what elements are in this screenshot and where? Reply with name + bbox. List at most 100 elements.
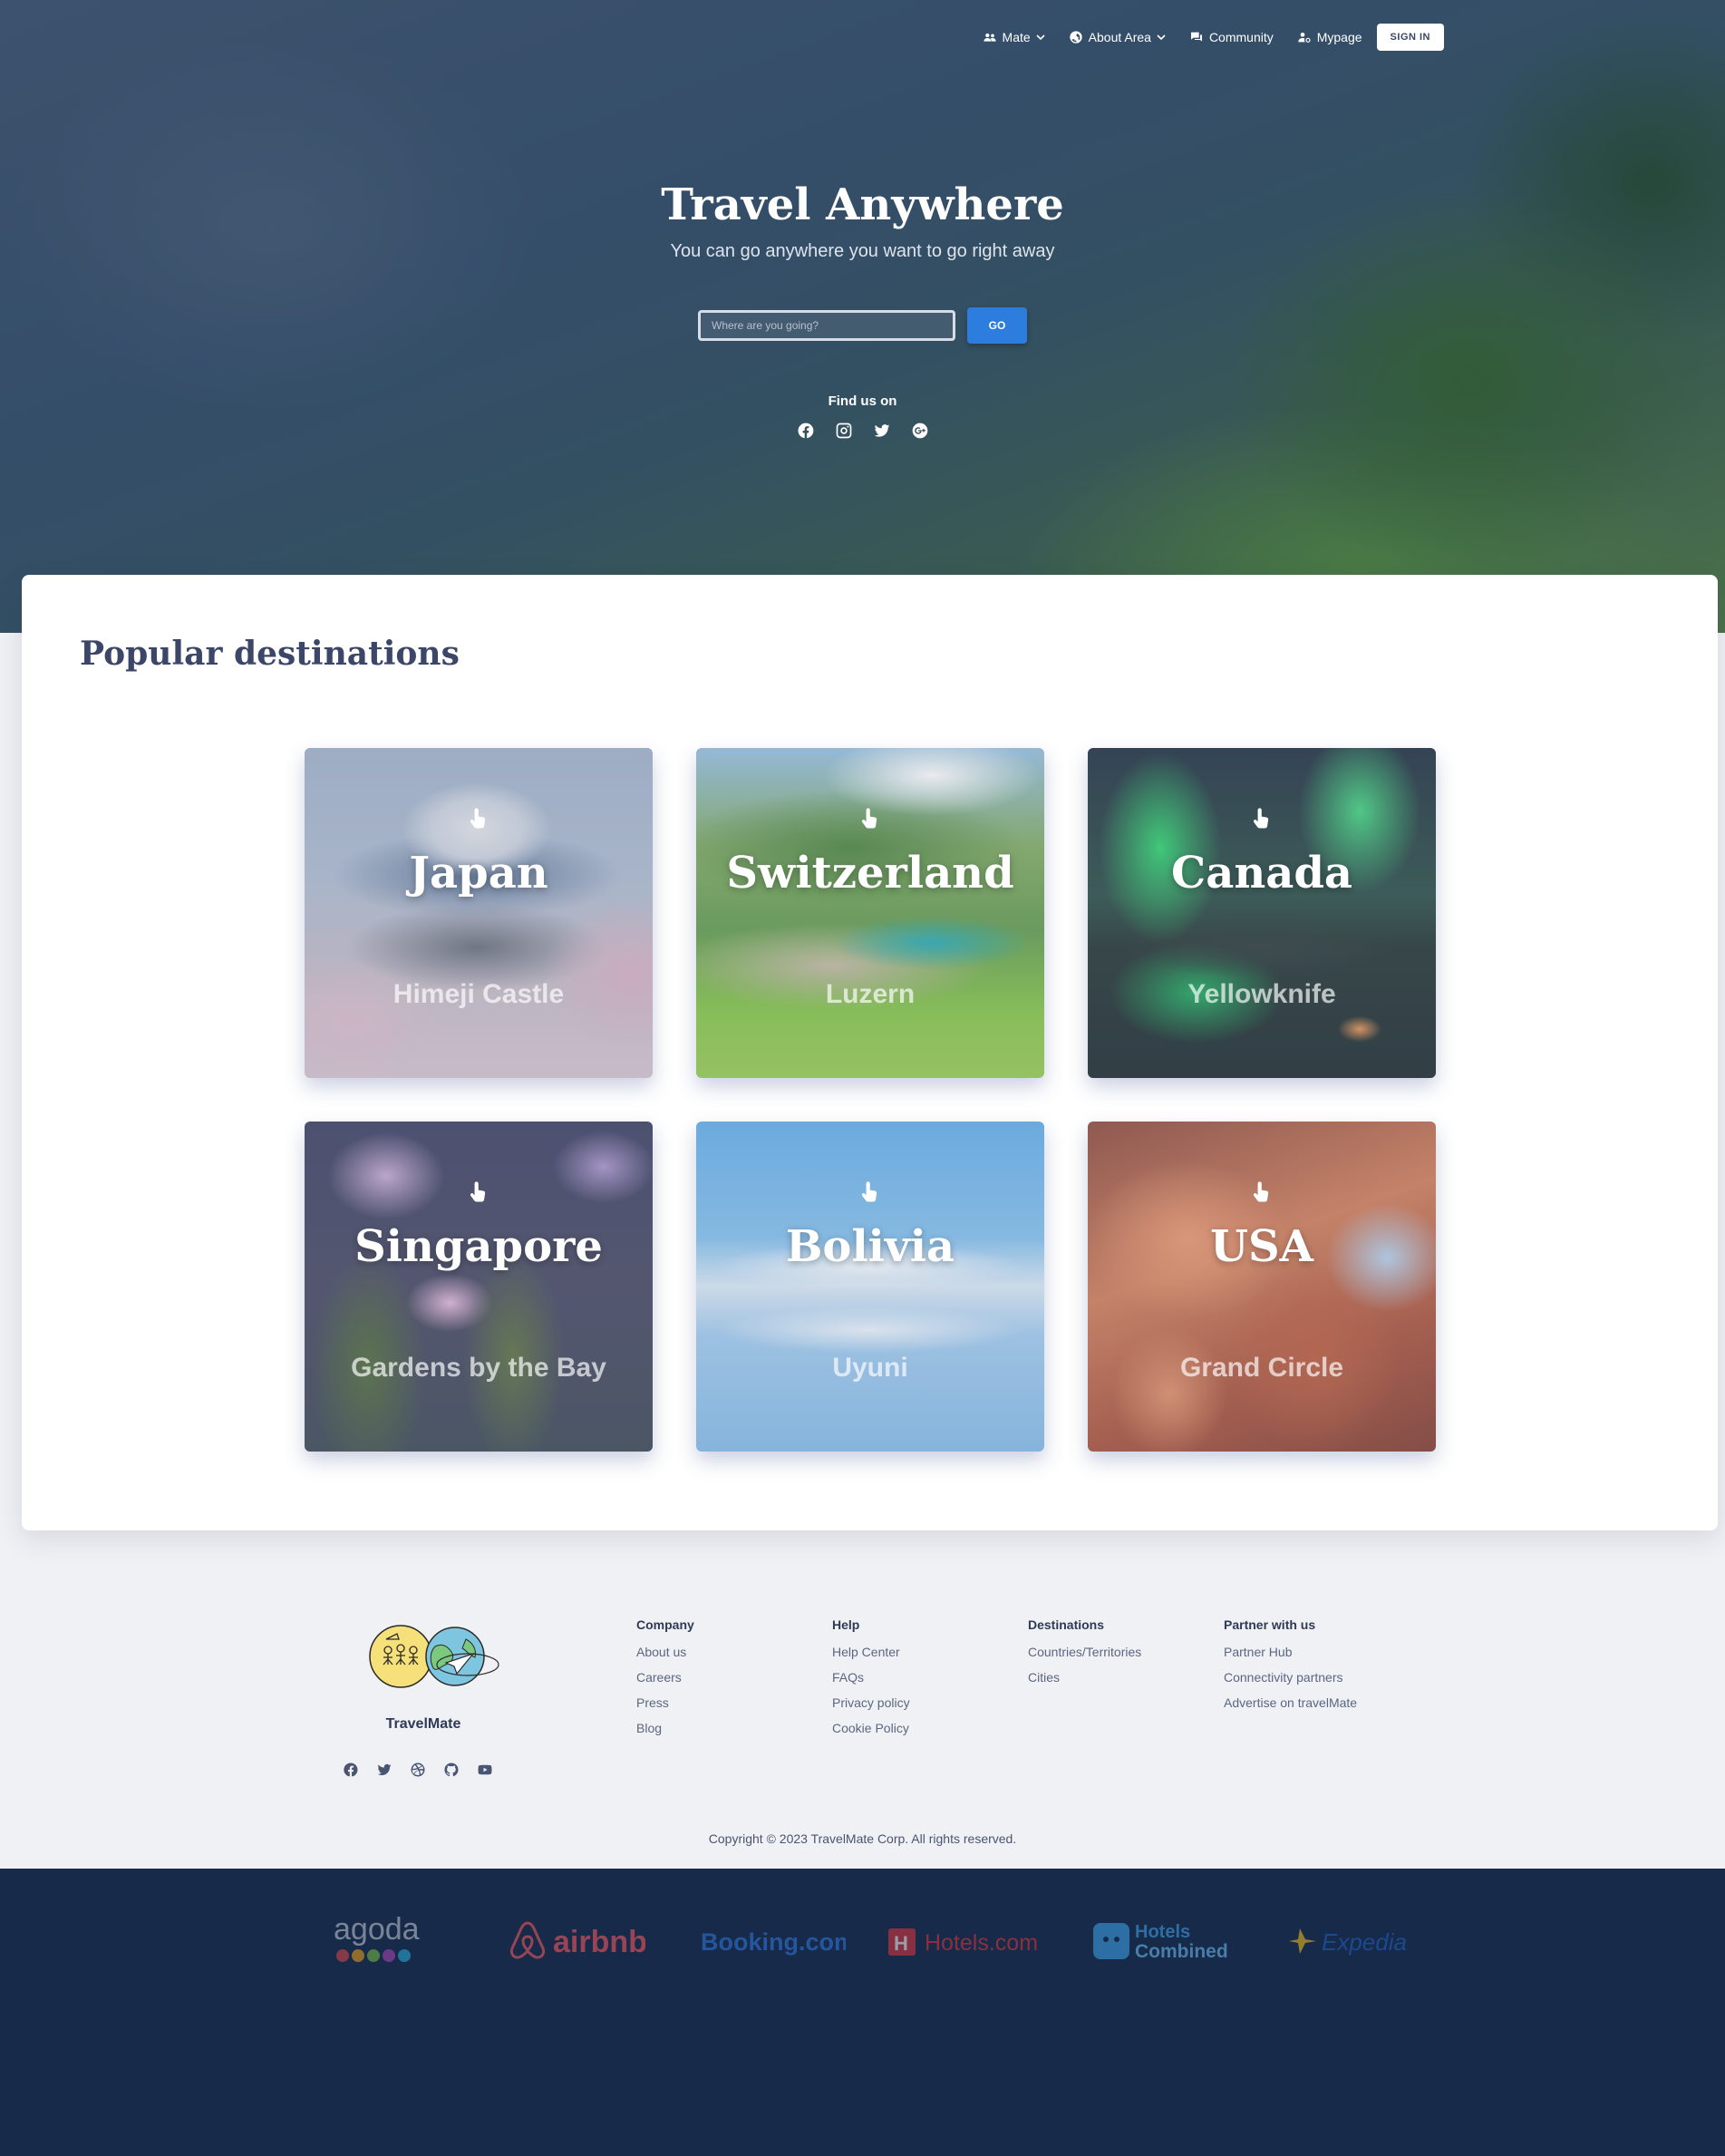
footer-column-partner: Partner with us Partner Hub Connectivity…	[1224, 1617, 1357, 1721]
destination-place: Uyuni	[832, 1353, 908, 1383]
svg-text:H: H	[894, 1932, 908, 1955]
nav-label: About Area	[1088, 30, 1151, 44]
destination-country: Japan	[409, 848, 548, 898]
svg-text:airbnb: airbnb	[553, 1925, 645, 1959]
section-title: Popular destinations	[80, 635, 460, 673]
footer-link[interactable]: Countries/Territories	[1028, 1645, 1141, 1659]
hero-title: Travel Anywhere	[661, 180, 1064, 230]
nav-item-mypage[interactable]: Mypage	[1297, 30, 1362, 44]
column-heading: Help	[832, 1617, 860, 1632]
destination-card-switzerland[interactable]: Switzerland Luzern	[696, 748, 1044, 1078]
column-heading: Company	[636, 1617, 694, 1632]
twitter-icon[interactable]	[873, 422, 891, 440]
travelmate-logo	[368, 1623, 500, 1690]
destination-place: Grand Circle	[1179, 1353, 1344, 1383]
hero-subtitle: You can go anywhere you want to go right…	[670, 241, 1055, 261]
chevron-down-icon	[1157, 34, 1166, 41]
column-heading: Partner with us	[1224, 1617, 1316, 1632]
find-us-label: Find us on	[828, 393, 897, 409]
destination-card-japan[interactable]: Japan Himeji Castle	[305, 748, 653, 1078]
nav-item-mate[interactable]: Mate	[983, 30, 1045, 44]
footer-column-destinations: Destinations Countries/Territories Citie…	[1028, 1617, 1141, 1695]
destination-card-canada[interactable]: Canada Yellowknife	[1088, 748, 1436, 1078]
footer-link[interactable]: Connectivity partners	[1224, 1670, 1357, 1685]
destination-search-input[interactable]	[698, 310, 955, 341]
sign-in-button[interactable]: SIGN IN	[1376, 24, 1444, 51]
github-icon[interactable]	[443, 1762, 460, 1778]
dribbble-icon[interactable]	[410, 1762, 426, 1778]
footer-link[interactable]: Help Center	[832, 1645, 910, 1659]
top-nav: Mate About Area Community Mypage SIGN IN	[959, 24, 1444, 51]
tap-hand-icon	[466, 1180, 491, 1205]
svg-text:Hotels.com: Hotels.com	[925, 1930, 1038, 1956]
nav-label: Mate	[1002, 30, 1031, 44]
user-gear-icon	[1298, 33, 1311, 43]
footer-link[interactable]: Cities	[1028, 1670, 1141, 1685]
globe-icon	[1069, 31, 1082, 44]
brand-name: TravelMate	[385, 1716, 461, 1732]
booking-logo: Booking.com	[701, 1916, 846, 1967]
nav-label: Community	[1208, 30, 1274, 44]
youtube-icon[interactable]	[477, 1762, 493, 1778]
footer-link[interactable]: Blog	[636, 1721, 694, 1735]
destination-place: Yellowknife	[1187, 979, 1336, 1009]
destination-place: Luzern	[825, 979, 916, 1009]
footer-link[interactable]: Partner Hub	[1224, 1645, 1357, 1659]
tap-hand-icon	[858, 1180, 883, 1205]
footer-link[interactable]: Advertise on travelMate	[1224, 1695, 1357, 1710]
tap-hand-icon	[1249, 806, 1274, 831]
copyright-text: Copyright © 2023 TravelMate Corp. All ri…	[708, 1831, 1017, 1846]
footer-link[interactable]: Press	[636, 1695, 694, 1710]
destination-place: Gardens by the Bay	[351, 1353, 606, 1383]
column-heading: Destinations	[1028, 1617, 1105, 1632]
hotels-combined-logo: Hotels Combined	[1091, 1916, 1238, 1967]
airbnb-logo: airbnb	[508, 1916, 645, 1967]
footer-link[interactable]: Careers	[636, 1670, 694, 1685]
chat-icon	[1190, 32, 1202, 42]
partner-logos-band: agoda airbnb Booking.com H Hotels.com Ho…	[0, 1869, 1725, 2156]
footer-social-links	[343, 1762, 493, 1778]
hero-social-links	[0, 422, 1725, 440]
svg-text:Booking.com: Booking.com	[701, 1928, 846, 1956]
destination-card-singapore[interactable]: Singapore Gardens by the Bay	[305, 1122, 653, 1452]
footer-link[interactable]: FAQs	[832, 1670, 910, 1685]
destination-country: Singapore	[354, 1221, 603, 1272]
svg-text:agoda: agoda	[334, 1914, 420, 1947]
footer-link[interactable]: Privacy policy	[832, 1695, 910, 1710]
hotels-com-logo: H Hotels.com	[888, 1916, 1048, 1967]
destination-country: Switzerland	[726, 848, 1014, 898]
destination-country: Bolivia	[785, 1221, 955, 1272]
agoda-logo: agoda	[334, 1914, 428, 1967]
nav-item-community[interactable]: Community	[1189, 30, 1274, 44]
hero-section: Mate About Area Community Mypage SIGN IN…	[0, 0, 1725, 633]
chevron-down-icon	[1036, 34, 1045, 41]
tap-hand-icon	[858, 806, 883, 831]
go-button[interactable]: GO	[967, 307, 1027, 344]
tap-hand-icon	[1249, 1180, 1274, 1205]
footer-link[interactable]: About us	[636, 1645, 694, 1659]
google-plus-icon[interactable]	[911, 422, 929, 440]
footer-column-help: Help Help Center FAQs Privacy policy Coo…	[832, 1617, 910, 1746]
svg-text:Expedia: Expedia	[1322, 1928, 1407, 1956]
destination-country: USA	[1210, 1221, 1313, 1272]
instagram-icon[interactable]	[835, 422, 853, 440]
destination-card-bolivia[interactable]: Bolivia Uyuni	[696, 1122, 1044, 1452]
destination-card-usa[interactable]: USA Grand Circle	[1088, 1122, 1436, 1452]
footer: TravelMate Company About us Careers Pres…	[0, 1530, 1725, 1869]
twitter-icon[interactable]	[376, 1762, 392, 1778]
facebook-icon[interactable]	[797, 422, 815, 440]
users-icon	[983, 33, 996, 42]
svg-text:Hotels: Hotels	[1135, 1922, 1190, 1942]
svg-text:Combined: Combined	[1135, 1941, 1228, 1962]
destination-country: Canada	[1171, 848, 1352, 898]
tap-hand-icon	[466, 806, 491, 831]
footer-link[interactable]: Cookie Policy	[832, 1721, 910, 1735]
nav-label: Mypage	[1316, 30, 1362, 44]
search-bar: GO	[0, 307, 1725, 344]
facebook-icon[interactable]	[343, 1762, 359, 1778]
footer-column-company: Company About us Careers Press Blog	[636, 1617, 694, 1746]
hero-content: Travel Anywhere You can go anywhere you …	[0, 180, 1725, 440]
nav-item-about-area[interactable]: About Area	[1069, 30, 1166, 44]
destination-place: Himeji Castle	[392, 979, 565, 1009]
expedia-logo: Expedia	[1287, 1916, 1432, 1967]
